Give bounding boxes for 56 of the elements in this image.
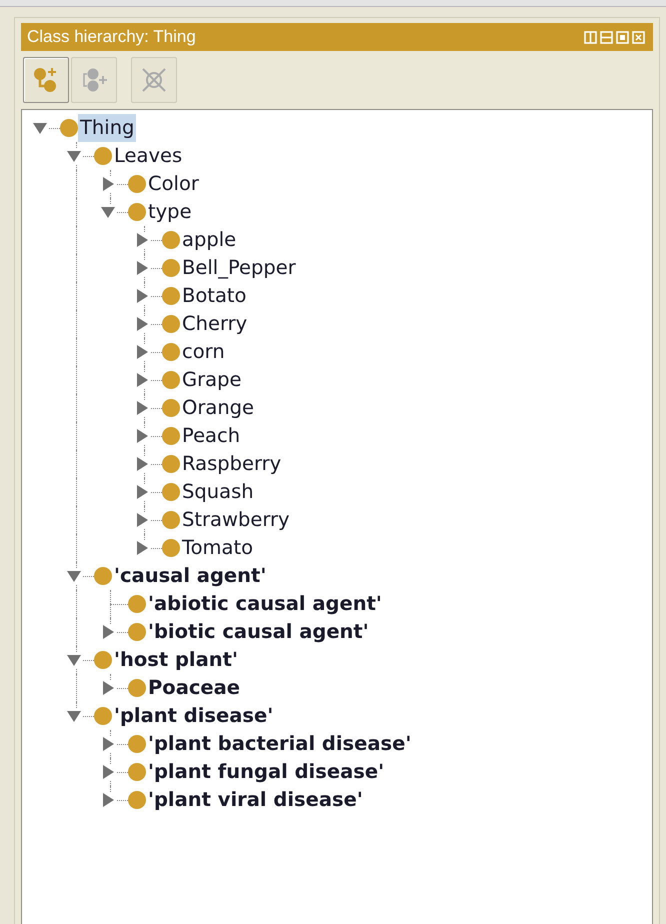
class-label[interactable]: 'plant viral disease' bbox=[146, 786, 365, 814]
class-icon bbox=[128, 763, 146, 781]
class-icon bbox=[162, 371, 180, 389]
class-label[interactable]: 'abiotic causal agent' bbox=[146, 590, 384, 618]
class-label[interactable]: Raspberry bbox=[180, 450, 284, 478]
class-label[interactable]: type bbox=[146, 198, 194, 226]
class-icon bbox=[128, 595, 146, 613]
class-icon bbox=[94, 707, 112, 725]
class-label[interactable]: 'plant bacterial disease' bbox=[146, 730, 414, 758]
split-vertical-icon[interactable] bbox=[584, 30, 597, 44]
class-label[interactable]: 'biotic causal agent' bbox=[146, 618, 371, 646]
class-label[interactable]: Leaves bbox=[112, 142, 184, 170]
class-label[interactable]: Poaceae bbox=[146, 674, 242, 702]
class-label[interactable]: Tomato bbox=[180, 534, 256, 562]
class-icon bbox=[162, 539, 180, 557]
class-label[interactable]: 'host plant' bbox=[112, 646, 240, 674]
class-icon bbox=[94, 567, 112, 585]
class-label[interactable]: Color bbox=[146, 170, 201, 198]
class-icon bbox=[162, 343, 180, 361]
class-label[interactable]: 'causal agent' bbox=[112, 562, 268, 590]
class-label[interactable]: Strawberry bbox=[180, 506, 292, 534]
class-label[interactable]: Orange bbox=[180, 394, 256, 422]
class-icon bbox=[60, 119, 78, 137]
class-icon bbox=[162, 399, 180, 417]
class-label[interactable]: Botato bbox=[180, 282, 248, 310]
class-icon bbox=[94, 147, 112, 165]
class-icon bbox=[128, 175, 146, 193]
class-icon bbox=[162, 511, 180, 529]
class-icon bbox=[162, 259, 180, 277]
class-icon bbox=[128, 203, 146, 221]
class-label[interactable]: apple bbox=[180, 226, 238, 254]
class-label[interactable]: Bell_Pepper bbox=[180, 254, 298, 282]
class-icon bbox=[128, 791, 146, 809]
class-icon bbox=[94, 651, 112, 669]
class-label[interactable]: Peach bbox=[180, 422, 242, 450]
class-label[interactable]: Grape bbox=[180, 366, 244, 394]
class-label[interactable]: 'plant disease' bbox=[112, 702, 276, 730]
class-label[interactable]: 'plant fungal disease' bbox=[146, 758, 386, 786]
class-icon bbox=[128, 735, 146, 753]
class-label[interactable]: Thing bbox=[78, 114, 136, 142]
class-icon bbox=[128, 623, 146, 641]
class-label[interactable]: corn bbox=[180, 338, 227, 366]
split-horizontal-icon[interactable] bbox=[600, 30, 613, 44]
class-icon bbox=[162, 455, 180, 473]
class-icon bbox=[128, 679, 146, 697]
class-label[interactable]: Squash bbox=[180, 478, 256, 506]
add-subclass-button[interactable] bbox=[23, 57, 69, 103]
class-label[interactable]: Cherry bbox=[180, 310, 250, 338]
close-icon[interactable] bbox=[632, 30, 645, 44]
class-icon bbox=[162, 287, 180, 305]
class-icon bbox=[162, 427, 180, 445]
class-icon bbox=[162, 231, 180, 249]
maximize-icon[interactable] bbox=[616, 30, 629, 44]
class-icon bbox=[162, 315, 180, 333]
class-icon bbox=[162, 483, 180, 501]
panel-title: Class hierarchy: Thing bbox=[27, 27, 196, 47]
